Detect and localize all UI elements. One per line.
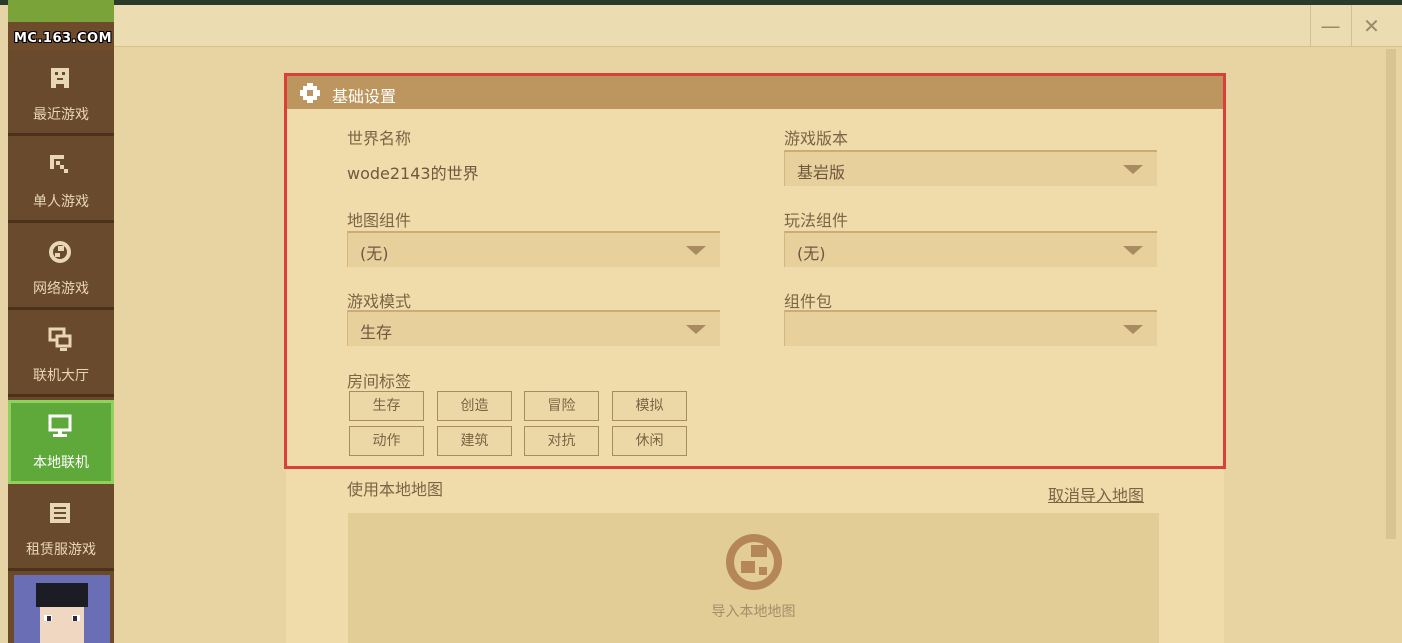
gameplay-component-label: 玩法组件	[784, 211, 849, 230]
sidebar-item-rental-server[interactable]: 租赁服游戏	[8, 487, 114, 571]
room-tag[interactable]: 休闲	[612, 426, 687, 456]
sidebar-item-label: 租赁服游戏	[26, 542, 96, 558]
room-tag[interactable]: 创造	[437, 391, 512, 421]
sidebar-item-local-multiplayer[interactable]: 本地联机	[8, 400, 114, 484]
minimize-button[interactable]: —	[1310, 5, 1350, 47]
sidebar: MC.163.COM 最近游戏 单人游戏 网络游戏 联机大厅 本地联机 租赁服游…	[8, 0, 114, 643]
map-component-label: 地图组件	[347, 211, 412, 230]
room-tag[interactable]: 建筑	[437, 426, 512, 456]
main-window: — ✕ 基础设置 世界名称 wode2143的世界 游戏版本 基岩版 地图组件 …	[114, 5, 1402, 643]
sidebar-item-recent-games[interactable]: 最近游戏	[8, 52, 114, 136]
title-bar: — ✕	[114, 5, 1402, 47]
logo-text: MC.163.COM	[14, 31, 113, 46]
room-tags-label: 房间标签	[347, 372, 412, 391]
room-tag[interactable]: 冒险	[524, 391, 599, 421]
room-tag[interactable]: 生存	[349, 391, 424, 421]
use-local-map-label: 使用本地地图	[347, 480, 444, 499]
chevron-down-icon	[686, 246, 706, 255]
sidebar-item-label: 本地联机	[33, 455, 89, 471]
avatar[interactable]	[14, 575, 110, 643]
logo: MC.163.COM	[8, 0, 114, 50]
world-name-value[interactable]: wode2143的世界	[347, 160, 479, 184]
chevron-down-icon	[686, 325, 706, 334]
monitor-icon	[48, 414, 72, 437]
sidebar-item-single-player[interactable]: 单人游戏	[8, 139, 114, 223]
game-version-select[interactable]: 基岩版	[784, 150, 1157, 186]
network-icon	[48, 327, 72, 351]
room-tag[interactable]: 动作	[349, 426, 424, 456]
world-name-label: 世界名称	[347, 129, 412, 148]
player-skin-icon	[14, 575, 110, 643]
sidebar-item-online-games[interactable]: 网络游戏	[8, 226, 114, 310]
globe-icon	[49, 241, 71, 263]
room-tag[interactable]: 模拟	[612, 391, 687, 421]
map-component-select[interactable]: (无)	[347, 231, 720, 267]
game-mode-value: 生存	[360, 323, 393, 342]
map-component-value: (无)	[360, 244, 389, 263]
game-mode-select[interactable]: 生存	[347, 310, 720, 346]
cancel-import-map-link[interactable]: 取消导入地图	[1048, 482, 1144, 506]
game-version-value: 基岩版	[797, 163, 846, 182]
component-pack-label: 组件包	[784, 292, 833, 311]
chevron-down-icon	[1123, 165, 1143, 174]
chevron-down-icon	[1123, 325, 1143, 334]
sidebar-item-lobby[interactable]: 联机大厅	[8, 313, 114, 397]
scrollbar[interactable]	[1386, 49, 1396, 539]
sidebar-item-label: 联机大厅	[33, 368, 89, 384]
gameplay-component-value: (无)	[797, 244, 826, 263]
list-icon	[50, 503, 70, 523]
import-local-map-button[interactable]: 导入本地地图	[348, 513, 1159, 643]
component-pack-select[interactable]	[784, 310, 1157, 346]
sidebar-item-label: 网络游戏	[33, 281, 89, 297]
gamepad-icon	[51, 68, 69, 88]
highlight-box	[284, 73, 1226, 469]
gameplay-component-select[interactable]: (无)	[784, 231, 1157, 267]
pickaxe-icon	[50, 155, 68, 173]
import-local-map-label: 导入本地地图	[711, 604, 796, 620]
chevron-down-icon	[1123, 246, 1143, 255]
game-mode-label: 游戏模式	[347, 292, 412, 311]
close-button[interactable]: ✕	[1351, 5, 1391, 47]
globe-icon	[726, 534, 782, 590]
game-version-label: 游戏版本	[784, 129, 849, 148]
room-tag[interactable]: 对抗	[524, 426, 599, 456]
sidebar-item-label: 单人游戏	[33, 194, 89, 210]
sidebar-item-label: 最近游戏	[33, 107, 89, 123]
